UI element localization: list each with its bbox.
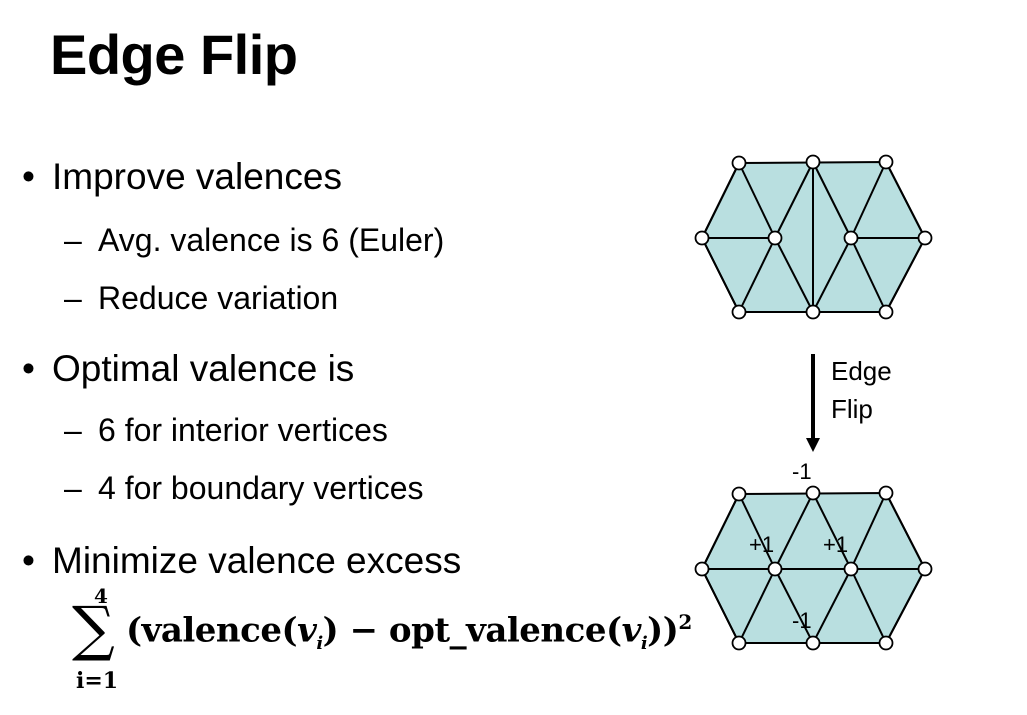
valence-change-label: -1	[792, 608, 812, 633]
valence-excess-formula: 4 ∑ i=1 (valence(vi) − opt_valence(vi))2	[72, 584, 692, 708]
mesh-vertex	[694, 561, 710, 577]
mesh-vertex	[878, 485, 894, 501]
mesh-vertex	[767, 230, 783, 246]
mesh-vertex	[805, 154, 821, 170]
sub-bullet-item: –4 for boundary vertices	[64, 470, 424, 506]
bullet-item: • Minimize valence excess	[22, 540, 461, 582]
bullet-text: Minimize valence excess	[52, 540, 462, 581]
sub-bullet-item: –6 for interior vertices	[64, 412, 388, 448]
mesh-vertex	[878, 154, 894, 170]
mesh-vertex	[917, 230, 933, 246]
mesh-before-flip	[694, 154, 933, 320]
bullet-text: Optimal valence is	[52, 348, 355, 389]
mesh-vertex	[731, 304, 747, 320]
bullet-dot: •	[22, 348, 35, 389]
edge-flip-label: Edge Flip	[831, 356, 892, 424]
sum-lower-limit: i=1	[76, 668, 119, 694]
valence-change-label: +1	[823, 532, 848, 557]
mesh-vertex	[878, 635, 894, 651]
mesh-vertex	[767, 561, 783, 577]
bullet-item: • Improve valences	[22, 156, 342, 198]
mesh-vertex	[805, 635, 821, 651]
mesh-vertex	[843, 230, 859, 246]
mesh-vertex	[731, 486, 747, 502]
mesh-vertex	[731, 155, 747, 171]
bullet-dot: •	[22, 540, 35, 581]
formula-expression: (valence(vi) − opt_valence(vi))2	[126, 610, 692, 655]
mesh-vertex	[805, 485, 821, 501]
bullet-dot: •	[22, 156, 35, 197]
valence-change-label: -1	[792, 459, 812, 484]
mesh-vertex	[843, 561, 859, 577]
mesh-vertex	[694, 230, 710, 246]
valence-change-label: +1	[749, 532, 774, 557]
flip-arrow-head	[806, 438, 820, 452]
slide-title: Edge Flip	[50, 23, 298, 86]
mesh-vertex	[731, 635, 747, 651]
sub-bullet-item: – Reduce variation	[64, 280, 339, 316]
mesh-vertex	[878, 304, 894, 320]
bullet-text: Improve valences	[52, 156, 342, 197]
mesh-vertex	[917, 561, 933, 577]
sub-bullet-item: – Avg. valence is 6 (Euler)	[64, 222, 445, 258]
bullet-item: • Optimal valence is	[22, 348, 354, 390]
mesh-vertex	[805, 304, 821, 320]
sum-symbol: ∑	[72, 594, 115, 664]
mesh-after-flip	[694, 485, 933, 651]
